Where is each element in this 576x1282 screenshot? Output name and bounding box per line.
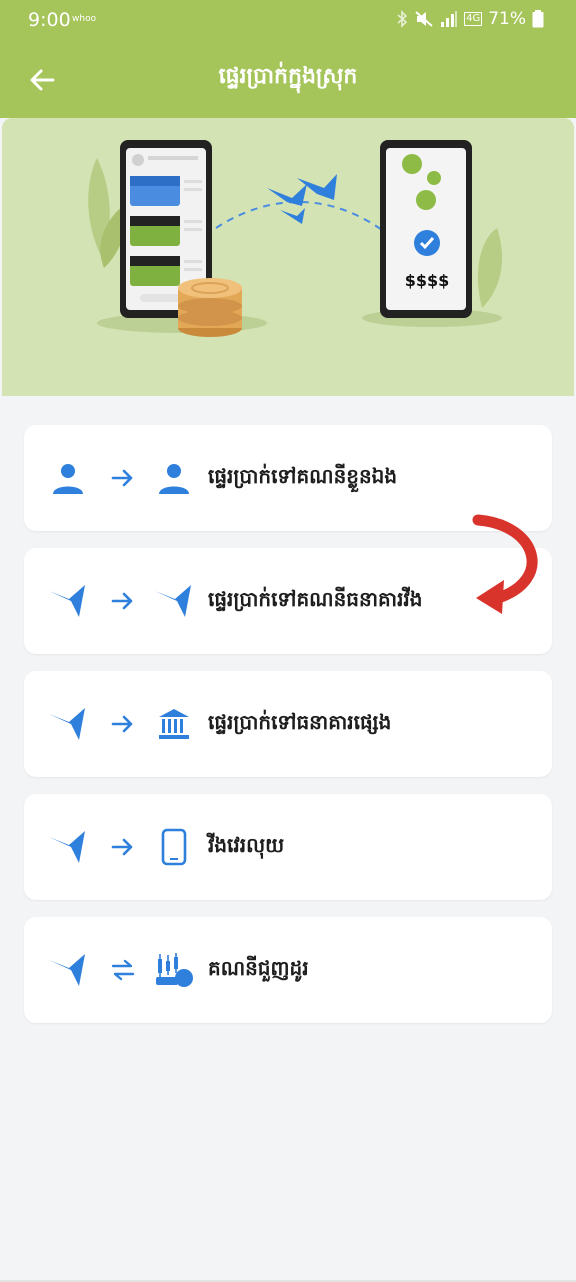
menu-item-label: ផ្ទេរប្រាក់ទៅធនាគារផ្សេង bbox=[208, 710, 392, 734]
battery-icon bbox=[532, 10, 544, 28]
person-icon bbox=[152, 456, 196, 500]
money-transfer-illustration: $$$$ bbox=[88, 140, 502, 337]
status-time: 9:00 bbox=[28, 9, 71, 31]
status-icons: 4G 71% bbox=[396, 9, 544, 29]
status-bar: 9:00 whoo 4G 71% bbox=[0, 0, 576, 40]
swallow-icon bbox=[46, 702, 90, 746]
swallow-icon bbox=[152, 579, 196, 623]
menu-item-other-bank[interactable]: ផ្ទេរប្រាក់ទៅធនាគារផ្សេង bbox=[24, 671, 552, 777]
swallow-icon bbox=[46, 825, 90, 869]
menu-item-label: ផ្ទេរប្រាក់ទៅគណនីធនាគារវីង bbox=[208, 587, 423, 611]
exchange-arrows-icon bbox=[110, 957, 136, 983]
arrow-right-icon bbox=[110, 834, 136, 860]
app-bar: ផ្ទេរប្រាក់ក្នុងស្រុក bbox=[0, 40, 576, 118]
arrow-right-icon bbox=[110, 588, 136, 614]
signal-icon bbox=[441, 11, 458, 27]
menu-item-label: គណនីជួញដូរ bbox=[208, 956, 309, 980]
hero-amount-text: $$$$ bbox=[405, 271, 450, 290]
trading-icon bbox=[152, 948, 196, 992]
bank-icon bbox=[152, 702, 196, 746]
menu-item-label: ផ្ទេរប្រាក់ទៅគណនីខ្លួនឯង bbox=[208, 464, 398, 488]
status-carrier: whoo bbox=[72, 14, 97, 24]
arrow-right-icon bbox=[110, 465, 136, 491]
battery-text: 71% bbox=[488, 9, 526, 29]
menu-item-label: វីងវេរលុយ bbox=[208, 833, 285, 857]
arrow-right-icon bbox=[110, 711, 136, 737]
hero-illustration: $$$$ bbox=[2, 118, 574, 396]
phone-icon bbox=[152, 825, 196, 869]
person-icon bbox=[46, 456, 90, 500]
menu-item-trading-account[interactable]: គណនីជួញដូរ bbox=[24, 917, 552, 1023]
mute-icon bbox=[415, 11, 433, 27]
page-title: ផ្ទេរប្រាក់ក្នុងស្រុក bbox=[218, 64, 358, 89]
swallow-icon bbox=[46, 579, 90, 623]
bluetooth-icon bbox=[397, 10, 408, 28]
menu-item-wing-transfer[interactable]: វីងវេរលុយ bbox=[24, 794, 552, 900]
swallow-icon bbox=[46, 948, 90, 992]
curved-arrow-annotation bbox=[472, 514, 538, 614]
network-badge: 4G bbox=[464, 12, 483, 26]
